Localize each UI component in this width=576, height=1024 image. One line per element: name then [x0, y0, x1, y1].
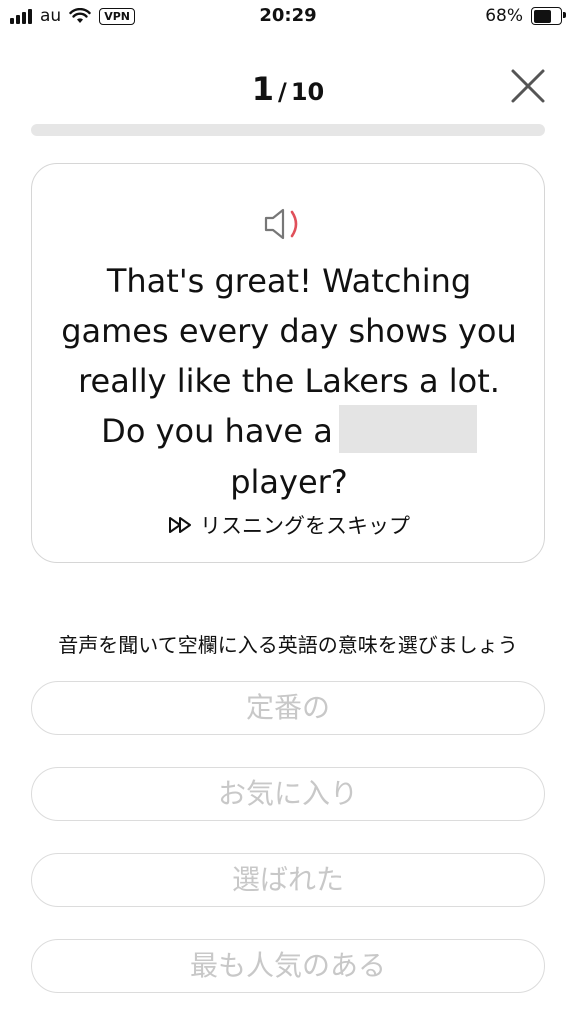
total-questions: 10: [290, 78, 325, 106]
skip-label: リスニングをスキップ: [200, 514, 410, 538]
counter-separator: /: [278, 78, 287, 106]
status-bar: au VPN 20:29 68%: [0, 0, 576, 34]
option-2[interactable]: お気に入り: [31, 767, 545, 821]
skip-listening-button[interactable]: リスニングをスキップ: [32, 510, 546, 540]
close-icon: [511, 69, 545, 103]
close-button[interactable]: [508, 66, 548, 106]
question-counter: 1/10: [0, 70, 576, 108]
fast-forward-icon: [169, 517, 191, 533]
sentence-ending: player?: [230, 463, 348, 501]
option-3[interactable]: 選ばれた: [31, 853, 545, 907]
question-sentence: That's great! Watching games every day s…: [52, 256, 526, 507]
option-1[interactable]: 定番の: [31, 681, 545, 735]
current-question: 1: [251, 70, 275, 108]
question-card: That's great! Watching games every day s…: [31, 163, 545, 563]
answer-blank: [338, 405, 477, 453]
option-4[interactable]: 最も人気のある: [31, 939, 545, 993]
progress-bar: [31, 124, 545, 136]
play-audio-button[interactable]: [263, 204, 309, 244]
instruction-text: 音声を聞いて空欄に入る英語の意味を選びましょう: [58, 633, 518, 657]
battery-percent: 68%: [485, 6, 523, 26]
status-right: 68%: [485, 6, 566, 26]
battery-fill: [533, 9, 552, 23]
speaker-icon: [264, 208, 298, 240]
battery-icon: [531, 7, 566, 25]
